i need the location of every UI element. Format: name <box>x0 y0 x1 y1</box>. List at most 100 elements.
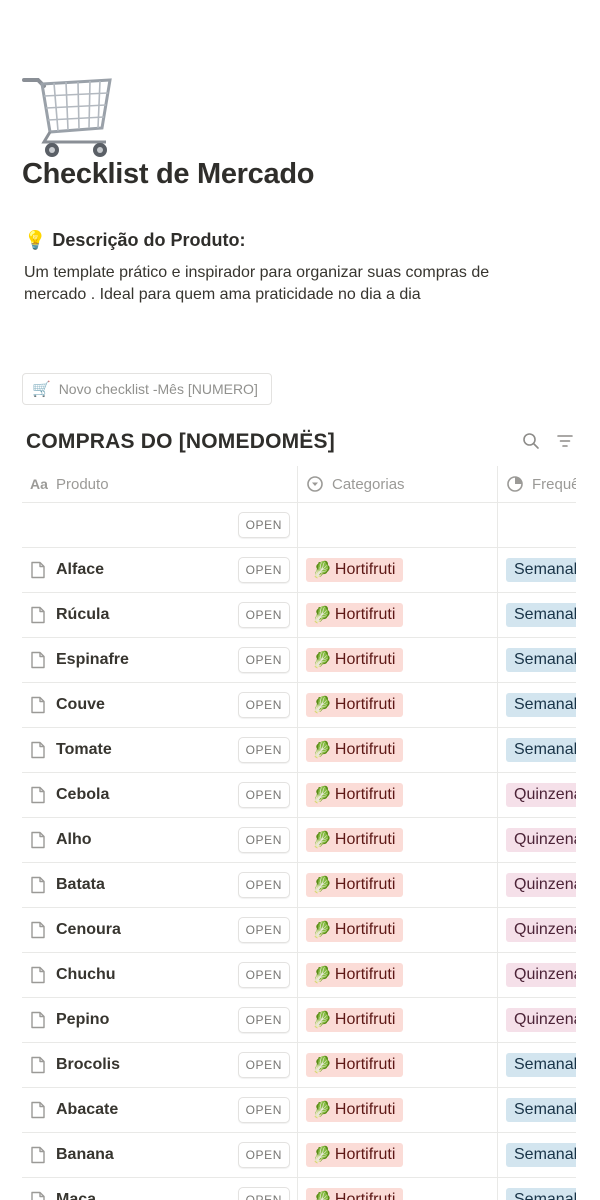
cell-frequencia[interactable]: Quinzenal <box>498 953 576 997</box>
category-tag[interactable]: 🥬Hortifruti <box>306 828 404 852</box>
cell-produto[interactable]: Tomate OPEN <box>22 728 298 772</box>
cell-frequencia[interactable]: Semanal <box>498 1178 576 1200</box>
open-button[interactable]: OPEN <box>237 1097 290 1123</box>
page-title[interactable]: Checklist de Mercado <box>22 158 314 191</box>
table-row[interactable]: Brocolis OPEN 🥬 Hortifruti Semanal <box>22 1043 576 1088</box>
table-row[interactable]: Alho OPEN 🥬Hortifruti Quinzenal <box>22 818 576 863</box>
cell-produto[interactable]: Alho OPEN <box>22 818 298 862</box>
cell-frequencia[interactable] <box>498 503 576 547</box>
open-button[interactable]: OPEN <box>237 827 290 853</box>
cell-frequencia[interactable]: Semanal <box>498 1088 576 1132</box>
cell-produto[interactable]: Espinafre OPEN <box>22 638 298 682</box>
column-header-frequencia[interactable]: Frequência <box>498 466 576 502</box>
table-row[interactable]: Alface OPEN 🥬 Hortifruti Semanal <box>22 548 576 593</box>
cell-categorias[interactable]: 🥬Hortifruti <box>298 1088 498 1132</box>
frequency-tag[interactable]: Quinzenal <box>506 873 576 897</box>
category-tag[interactable]: 🥬Hortifruti <box>306 783 404 807</box>
cell-categorias[interactable]: 🥬Hortifruti <box>298 1178 498 1200</box>
table-row[interactable]: Batata OPEN 🥬Hortifruti Quinzenal <box>22 863 576 908</box>
cell-frequencia[interactable]: Semanal <box>498 548 576 592</box>
cell-produto[interactable]: Cenoura OPEN <box>22 908 298 952</box>
column-header-produto[interactable]: Aa Produto <box>22 466 298 502</box>
cell-produto[interactable]: Chuchu OPEN <box>22 953 298 997</box>
category-tag[interactable]: 🥬Hortifruti <box>306 1188 404 1200</box>
cell-frequencia[interactable]: Semanal <box>498 593 576 637</box>
open-button[interactable]: OPEN <box>237 1142 290 1168</box>
cell-produto[interactable]: Alface OPEN <box>22 548 298 592</box>
frequency-tag[interactable]: Quinzenal <box>506 828 576 852</box>
table-row[interactable]: Abacate OPEN 🥬 Hortifruti Semanal <box>22 1088 576 1133</box>
cell-categorias[interactable]: 🥬Hortifruti <box>298 683 498 727</box>
cell-categorias[interactable] <box>298 503 498 547</box>
open-button[interactable]: OPEN <box>237 512 290 538</box>
category-tag[interactable]: 🥬Hortifruti <box>306 558 404 582</box>
cell-categorias[interactable]: 🥬Hortifruti <box>298 548 498 592</box>
cell-produto[interactable]: OPEN <box>22 503 298 547</box>
frequency-tag[interactable]: Semanal <box>506 603 576 627</box>
open-button[interactable]: OPEN <box>237 872 290 898</box>
open-button[interactable]: OPEN <box>237 917 290 943</box>
category-tag[interactable]: 🥬Hortifruti <box>306 738 404 762</box>
cell-frequencia[interactable]: Quinzenal <box>498 863 576 907</box>
frequency-tag[interactable]: Semanal <box>506 693 576 717</box>
cell-produto[interactable]: Maça OPEN <box>22 1178 298 1200</box>
table-row[interactable]: Banana OPEN 🥬 Hortifruti Semanal <box>22 1133 576 1178</box>
cell-produto[interactable]: Batata OPEN <box>22 863 298 907</box>
category-tag[interactable]: 🥬Hortifruti <box>306 1098 404 1122</box>
cell-categorias[interactable]: 🥬Hortifruti <box>298 773 498 817</box>
open-button[interactable]: OPEN <box>237 1052 290 1078</box>
table-row[interactable]: Pepino OPEN 🥬Hortifruti Quinzenal <box>22 998 576 1043</box>
cell-categorias[interactable]: 🥬Hortifruti <box>298 908 498 952</box>
table-row[interactable]: Maça OPEN 🥬Hortifruti Semanal <box>22 1178 576 1200</box>
category-tag[interactable]: 🥬Hortifruti <box>306 693 404 717</box>
open-button[interactable]: OPEN <box>237 1007 290 1033</box>
cell-categorias[interactable]: 🥬Hortifruti <box>298 818 498 862</box>
table-row[interactable]: Cebola OPEN 🥬Hortifruti Quinzenal <box>22 773 576 818</box>
table-row[interactable]: Cenoura OPEN 🥬Hortifruti Quinzenal <box>22 908 576 953</box>
cell-categorias[interactable]: 🥬Hortifruti <box>298 953 498 997</box>
category-tag[interactable]: 🥬Hortifruti <box>306 603 404 627</box>
cell-categorias[interactable]: 🥬Hortifruti <box>298 998 498 1042</box>
cell-produto[interactable]: Cebola OPEN <box>22 773 298 817</box>
cell-frequencia[interactable]: Semanal <box>498 683 576 727</box>
category-tag[interactable]: 🥬Hortifruti <box>306 918 404 942</box>
cell-frequencia[interactable]: Semanal <box>498 728 576 772</box>
cell-produto[interactable]: Banana OPEN <box>22 1133 298 1177</box>
frequency-tag[interactable]: Semanal <box>506 1188 576 1200</box>
search-icon[interactable] <box>522 432 540 450</box>
cell-produto[interactable]: Pepino OPEN <box>22 998 298 1042</box>
column-header-categorias[interactable]: Categorias <box>298 466 498 502</box>
cell-produto[interactable]: Abacate OPEN <box>22 1088 298 1132</box>
frequency-tag[interactable]: Quinzenal <box>506 1008 576 1032</box>
cell-frequencia[interactable]: Quinzenal <box>498 908 576 952</box>
cell-produto[interactable]: Brocolis OPEN <box>22 1043 298 1087</box>
cell-frequencia[interactable]: Semanal <box>498 1133 576 1177</box>
category-tag[interactable]: 🥬Hortifruti <box>306 963 404 987</box>
open-button[interactable]: OPEN <box>237 782 290 808</box>
frequency-tag[interactable]: Quinzenal <box>506 783 576 807</box>
frequency-tag[interactable]: Quinzenal <box>506 918 576 942</box>
table-row[interactable]: Rúcula OPEN 🥬 Hortifruti Semanal <box>22 593 576 638</box>
cell-frequencia[interactable]: Quinzenal <box>498 998 576 1042</box>
category-tag[interactable]: 🥬Hortifruti <box>306 873 404 897</box>
cell-categorias[interactable]: 🥬Hortifruti <box>298 863 498 907</box>
shopping-cart-icon[interactable] <box>22 66 114 160</box>
frequency-tag[interactable]: Semanal <box>506 1098 576 1122</box>
open-button[interactable]: OPEN <box>237 557 290 583</box>
category-tag[interactable]: 🥬Hortifruti <box>306 1053 404 1077</box>
open-button[interactable]: OPEN <box>237 962 290 988</box>
cell-categorias[interactable]: 🥬Hortifruti <box>298 1043 498 1087</box>
table-row[interactable]: Chuchu OPEN 🥬Hortifruti Quinzenal <box>22 953 576 998</box>
cell-categorias[interactable]: 🥬Hortifruti <box>298 593 498 637</box>
cell-frequencia[interactable]: Quinzenal <box>498 773 576 817</box>
cell-produto[interactable]: Rúcula OPEN <box>22 593 298 637</box>
category-tag[interactable]: 🥬Hortifruti <box>306 648 404 672</box>
frequency-tag[interactable]: Semanal <box>506 648 576 672</box>
category-tag[interactable]: 🥬Hortifruti <box>306 1008 404 1032</box>
open-button[interactable]: OPEN <box>237 737 290 763</box>
filter-icon[interactable] <box>556 432 574 450</box>
open-button[interactable]: OPEN <box>237 1187 290 1200</box>
frequency-tag[interactable]: Semanal <box>506 1143 576 1167</box>
database-title[interactable]: COMPRAS DO [NOMEDOMËS] <box>26 430 335 454</box>
cell-frequencia[interactable]: Semanal <box>498 638 576 682</box>
